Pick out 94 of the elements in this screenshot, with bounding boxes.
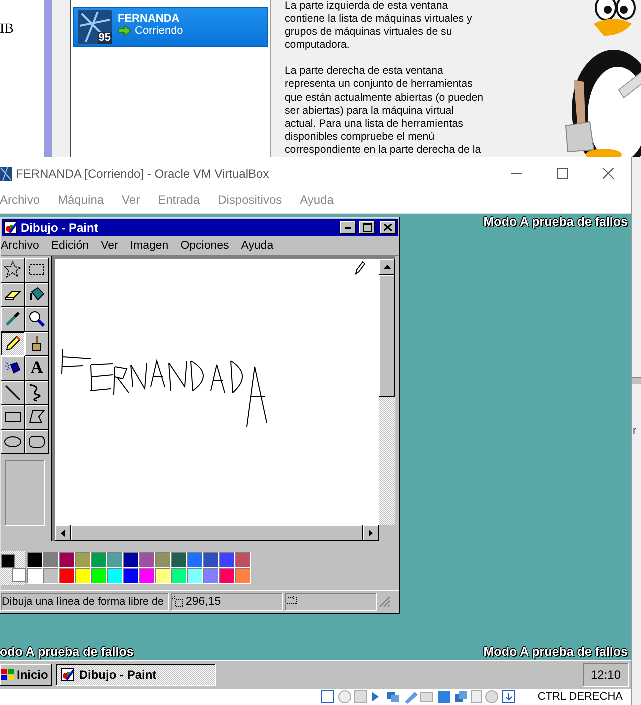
color-swatch[interactable]	[155, 568, 171, 584]
maximize-icon	[556, 168, 568, 179]
vertical-scrollbar[interactable]	[379, 259, 395, 525]
vm-window-icon	[0, 166, 12, 180]
host-key-label: CTRL DERECHA	[538, 691, 623, 703]
maximize-icon	[362, 223, 372, 232]
color-swatch[interactable]	[171, 568, 187, 584]
minimize-icon	[510, 172, 522, 174]
clock: 12:10	[583, 663, 629, 687]
color-swatch[interactable]	[107, 568, 123, 584]
magnifier-tool-icon	[28, 310, 46, 328]
color-swatch[interactable]	[75, 552, 91, 568]
menu-item[interactable]: Dispositivos	[209, 193, 292, 207]
color-swatch[interactable]	[187, 552, 203, 568]
start-button[interactable]: Inicio	[0, 664, 52, 686]
right-arrow-icon	[369, 530, 373, 536]
color-swatch[interactable]	[219, 568, 235, 584]
menu-item[interactable]: Máquina	[49, 193, 114, 207]
color-swatch[interactable]	[59, 552, 75, 568]
safe-mode-label: odo A prueba de fallos	[0, 645, 134, 659]
horizontal-scrollbar[interactable]	[55, 525, 379, 541]
scroll-up-button[interactable]	[379, 259, 395, 275]
menu-item[interactable]: Ayuda	[235, 240, 280, 252]
color-swatch[interactable]	[75, 568, 91, 584]
left-arrow-icon	[61, 530, 65, 536]
menu-item[interactable]: Archivo	[0, 193, 50, 207]
close-icon	[384, 224, 392, 231]
menu-item[interactable]: Ver	[95, 240, 124, 252]
color-swatch[interactable]	[43, 552, 59, 568]
safe-mode-label: Modo A prueba de fallos	[484, 215, 628, 229]
menu-item[interactable]: Entrada	[149, 193, 210, 207]
welcome-paragraph: La parte izquierda de esta ventana contiene la lista de máquinas virtuales y grupos de máquinas virtuales de su computadora.	[285, 0, 474, 52]
vm-state: Corriendo	[135, 25, 184, 37]
windows-logo-icon	[1, 669, 15, 681]
color-swatch[interactable]	[235, 552, 251, 568]
safe-mode-label: Modo A prueba de fallos	[484, 645, 628, 659]
picker-tool-icon	[4, 310, 22, 328]
color-swatch[interactable]	[91, 568, 107, 584]
color-swatch[interactable]	[27, 568, 43, 584]
color-swatch[interactable]	[123, 568, 139, 584]
vm-list-item[interactable]: 95 FERNANDA Corriendo	[73, 7, 268, 47]
color-swatch[interactable]	[187, 568, 203, 584]
color-swatch[interactable]	[139, 568, 155, 584]
partial-text: r	[633, 425, 637, 437]
menu-item[interactable]: Edición	[45, 240, 96, 252]
up-arrow-icon	[384, 265, 390, 269]
color-swatch[interactable]	[27, 552, 43, 568]
paint-app-icon	[61, 668, 76, 682]
color-swatch[interactable]	[203, 568, 219, 584]
close-button[interactable]	[380, 221, 396, 234]
tool-button[interactable]: A	[25, 356, 49, 380]
close-icon	[602, 168, 614, 179]
color-swatch[interactable]	[171, 552, 187, 568]
vm-name: FERNANDA	[118, 13, 181, 25]
scroll-left-button[interactable]	[55, 525, 71, 541]
color-swatch[interactable]	[43, 568, 59, 584]
vm-os-icon: 95	[78, 10, 112, 44]
color-swatch[interactable]	[219, 552, 235, 568]
menu-item[interactable]: Imagen	[124, 240, 175, 252]
menu-item[interactable]: Opciones	[174, 240, 236, 252]
window-title: FERNANDA [Corriendo] - Oracle VM VirtualBox	[16, 166, 270, 180]
color-swatch[interactable]	[139, 552, 155, 568]
list-text: IB	[0, 22, 14, 38]
resize-grip-icon	[379, 596, 391, 608]
minimize-button[interactable]	[340, 221, 356, 234]
menu-item[interactable]: Ver	[113, 193, 150, 207]
taskbar-button[interactable]: Dibujo - Paint	[56, 664, 216, 686]
tool-options-panel	[5, 460, 45, 526]
color-swatch[interactable]	[59, 568, 75, 584]
menu-item[interactable]: Ayuda	[291, 193, 343, 207]
color-swatch[interactable]	[123, 552, 139, 568]
paint-app-icon	[4, 220, 18, 234]
menu-item[interactable]: Archivo	[1, 240, 46, 252]
paint-title: Dibujo - Paint	[21, 220, 100, 234]
welcome-paragraph: La parte derecha de esta ventana representa un conjunto de herramientas que están actualmente abiertas (o pueden ser abiertas) para la máquina virtual actual. Para una lista de herramientas disponibles compruebe el menú correspondiente en la parte derecha de la	[285, 65, 484, 158]
foreground-color[interactable]	[1, 554, 15, 568]
maximize-button[interactable]	[359, 221, 375, 234]
line-tool-icon	[4, 384, 22, 402]
cursor-position: 296,15	[186, 596, 222, 608]
tool-button[interactable]	[1, 332, 25, 356]
color-swatch[interactable]	[203, 552, 219, 568]
arrow-icon	[118, 25, 132, 37]
pencil-tool-icon	[4, 334, 22, 353]
position-icon	[172, 596, 184, 608]
color-swatch[interactable]	[235, 568, 251, 584]
color-swatch[interactable]	[155, 552, 171, 568]
minimize-icon	[345, 226, 351, 228]
scroll-right-button[interactable]	[363, 525, 379, 541]
color-swatch[interactable]	[91, 552, 107, 568]
panel-edge	[632, 377, 641, 384]
status-text: Dibuja una línea de forma libre de	[2, 596, 164, 608]
polygon-tool-icon	[28, 408, 46, 426]
color-swatch[interactable]	[107, 552, 123, 568]
free-select-tool-icon	[4, 261, 22, 280]
